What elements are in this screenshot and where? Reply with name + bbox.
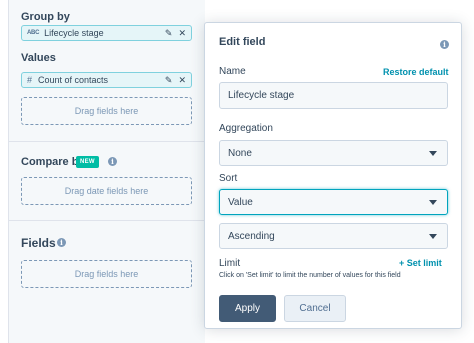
limit-help-text: Click on 'Set limit' to limit the number… [219,272,401,279]
fields-label: Fields [21,236,56,250]
cancel-button[interactable]: Cancel [284,295,346,322]
sort-label: Sort [219,173,238,184]
number-type-icon: # [27,75,33,85]
popover-title: Edit field [219,36,266,48]
values-dropzone[interactable]: Drag fields here [21,97,192,125]
sort-order-value: Ascending [228,230,275,242]
restore-default-link[interactable]: Restore default [383,67,449,77]
pencil-icon[interactable]: ✎ [165,75,173,86]
section-divider [9,141,205,142]
compare-by-dropzone[interactable]: Drag date fields here [21,177,192,205]
close-icon[interactable]: ✕ [178,28,186,39]
close-icon[interactable]: ✕ [178,75,186,86]
set-limit-link[interactable]: + Set limit [399,258,442,268]
pencil-icon[interactable]: ✎ [165,28,173,39]
group-by-label: Group by [21,11,70,23]
edit-field-popover: Edit field i Name Restore default Lifecy… [204,22,462,329]
section-divider [9,220,205,221]
caret-down-icon [429,151,437,156]
sort-select[interactable]: Value [219,189,448,215]
group-by-pill-label: Lifecycle stage [44,28,104,38]
info-icon[interactable]: i [440,40,449,49]
new-badge: NEW [76,156,99,168]
report-fields-panel: Group by ABC Lifecycle stage ✎ ✕ Values … [0,0,205,343]
name-input[interactable]: Lifecycle stage [219,82,448,109]
aggregation-select[interactable]: None [219,140,448,166]
values-pill-label: Count of contacts [38,75,109,85]
info-icon[interactable]: i [108,157,117,166]
name-label: Name [219,66,246,77]
info-icon[interactable]: i [57,238,66,247]
limit-label: Limit [219,258,241,269]
text-type-icon: ABC [27,30,40,36]
sort-order-select[interactable]: Ascending [219,223,448,249]
aggregation-value: None [228,147,252,159]
left-edge-strip [0,0,9,343]
caret-down-icon [429,200,437,205]
values-label: Values [21,52,56,64]
aggregation-label: Aggregation [219,123,273,134]
fields-dropzone[interactable]: Drag fields here [21,260,192,288]
apply-button[interactable]: Apply [219,295,276,322]
caret-down-icon [429,234,437,239]
group-by-pill[interactable]: ABC Lifecycle stage ✎ ✕ [21,25,192,41]
sort-value: Value [228,196,253,208]
values-pill[interactable]: # Count of contacts ✎ ✕ [21,72,192,88]
